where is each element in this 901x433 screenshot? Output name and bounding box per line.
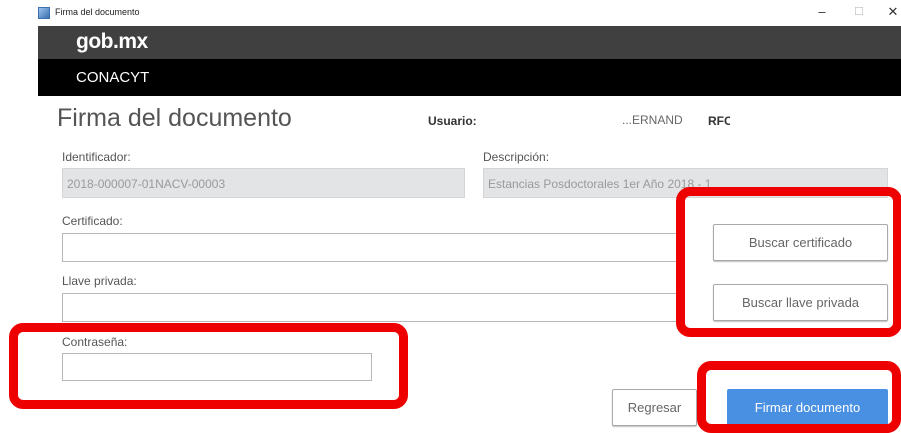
user-label: Usuario:	[428, 114, 477, 128]
java-app-icon	[38, 7, 50, 19]
annotation-highlight-firmar	[697, 361, 901, 433]
llave-privada-label: Llave privada:	[62, 274, 137, 288]
regresar-button[interactable]: Regresar	[612, 389, 697, 426]
page-title: Firma del documento	[57, 104, 292, 132]
maximize-button[interactable]: ☐	[849, 4, 869, 20]
institution-name: CONACYT	[76, 69, 150, 86]
identificador-field: 2018-000007-01NACV-00003	[62, 168, 465, 198]
certificado-input[interactable]	[62, 233, 682, 262]
user-value: ERNAND...	[622, 113, 683, 127]
certificado-label: Certificado:	[62, 214, 123, 228]
identificador-label: Identificador:	[62, 150, 131, 164]
gob-logo: gob.mx	[76, 30, 148, 53]
close-button[interactable]: ✕	[883, 4, 901, 20]
rfc-label: RFC	[708, 114, 730, 128]
descripcion-label: Descripción:	[483, 150, 550, 164]
gob-header: gob.mx	[38, 26, 901, 59]
window-title: Firma del documento	[55, 7, 140, 17]
window-titlebar: Firma del documento – ☐ ✕	[0, 0, 901, 26]
llave-privada-input[interactable]	[62, 293, 682, 322]
institution-bar: CONACYT	[38, 59, 901, 96]
minimize-button[interactable]: –	[812, 4, 832, 20]
annotation-highlight-buttons	[676, 187, 901, 337]
annotation-highlight-password	[9, 323, 408, 409]
